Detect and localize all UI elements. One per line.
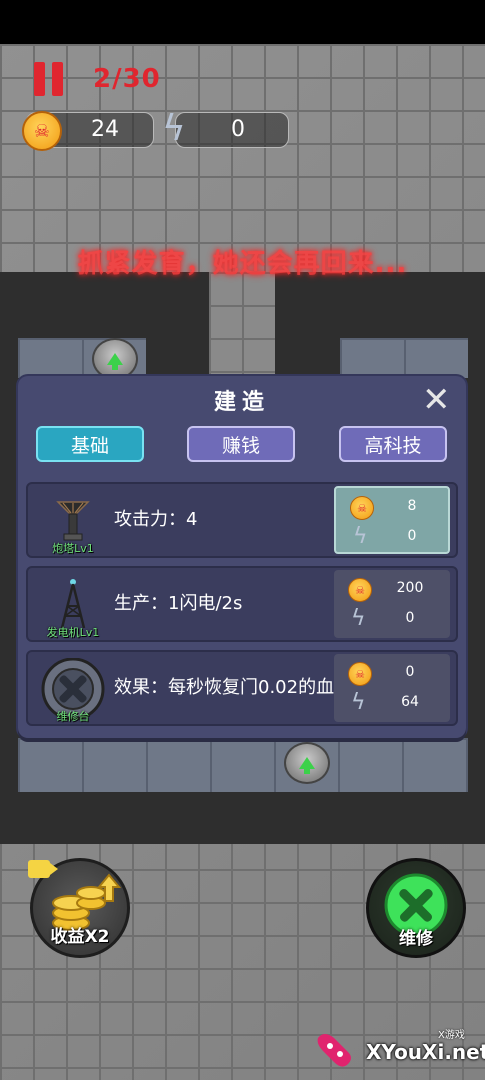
- upgrade-arrow-icon: [299, 757, 315, 774]
- lightning-icon: ϟ: [353, 524, 368, 549]
- repair-station-icon: 维修台: [38, 657, 108, 724]
- tab-money[interactable]: 赚钱: [187, 426, 295, 462]
- item-description: 生产：1闪电/2s: [114, 593, 243, 614]
- lightning-icon: ϟ: [162, 108, 186, 149]
- item-level-label: 发电机Lv1: [46, 626, 100, 639]
- cost-box[interactable]: ☠ 200 ϟ 0: [334, 570, 450, 638]
- energy-cost: 0: [405, 610, 415, 626]
- upgrade-arrow-icon: [107, 353, 123, 370]
- warning-message: 抓紧发育，她还会再回来...: [77, 249, 408, 279]
- skull-coin-icon: ☠: [350, 496, 374, 520]
- coin-cost: 200: [396, 580, 424, 596]
- skull-coin-icon: ☠: [348, 662, 372, 686]
- skull-coin-icon: ☠: [22, 111, 62, 151]
- coin-value: 24: [91, 117, 119, 142]
- lightning-icon: ϟ: [351, 690, 366, 715]
- lightning-icon: ϟ: [351, 606, 366, 631]
- corridor: [209, 272, 275, 384]
- upgradable-bed[interactable]: [284, 742, 330, 784]
- build-item-turret[interactable]: 炮塔Lv1 攻击力：4 ☠ 8 ϟ 0: [26, 482, 458, 558]
- build-slot-row-right[interactable]: [340, 338, 468, 378]
- skull-coin-icon: ☠: [348, 578, 372, 602]
- energy-value: 0: [231, 117, 245, 142]
- energy-cost: 0: [407, 528, 417, 544]
- item-description: 攻击力：4: [114, 509, 198, 530]
- item-level-label: 炮塔Lv1: [52, 542, 94, 555]
- tab-basic[interactable]: 基础: [36, 426, 144, 462]
- generator-icon: 发电机Lv1: [38, 574, 108, 640]
- pause-bar: [52, 62, 63, 96]
- watermark-small-text: X游戏: [438, 1030, 465, 1041]
- energy-cost: 64: [401, 694, 419, 710]
- pause-bar: [34, 62, 45, 96]
- build-dialog: 建造 ✕ 基础 赚钱 高科技 炮塔Lv1 攻击力：4 ☠ 8 ϟ 0 发电机Lv…: [18, 376, 466, 738]
- tab-tech[interactable]: 高科技: [339, 426, 447, 462]
- build-item-generator[interactable]: 发电机Lv1 生产：1闪电/2s ☠ 200 ϟ 0: [26, 566, 458, 642]
- item-description: 效果：每秒恢复门0.02的血量: [114, 677, 352, 698]
- cost-box[interactable]: ☠ 0 ϟ 64: [334, 654, 450, 722]
- turret-icon: 炮塔Lv1: [38, 490, 108, 556]
- upgradable-turret[interactable]: [92, 338, 138, 380]
- item-level-label: 维修台: [56, 710, 90, 723]
- coin-cost: 8: [407, 498, 417, 514]
- build-item-repair-station[interactable]: 维修台 效果：每秒恢复门0.02的血量 ☠ 0 ϟ 64: [26, 650, 458, 726]
- pause-button[interactable]: [34, 62, 68, 96]
- build-slot-row-bottom[interactable]: [18, 738, 468, 792]
- video-ad-icon: [28, 860, 58, 878]
- close-icon[interactable]: ✕: [422, 380, 451, 420]
- wave-counter: 2/30: [93, 64, 161, 94]
- watermark-main-text: XYouXi.net: [366, 1040, 485, 1064]
- income-double-label: 收益X2: [50, 927, 110, 947]
- cost-box[interactable]: ☠ 8 ϟ 0: [334, 486, 450, 554]
- dialog-title: 建造: [213, 390, 270, 415]
- coin-cost: 0: [405, 664, 415, 680]
- repair-label: 维修: [399, 929, 433, 949]
